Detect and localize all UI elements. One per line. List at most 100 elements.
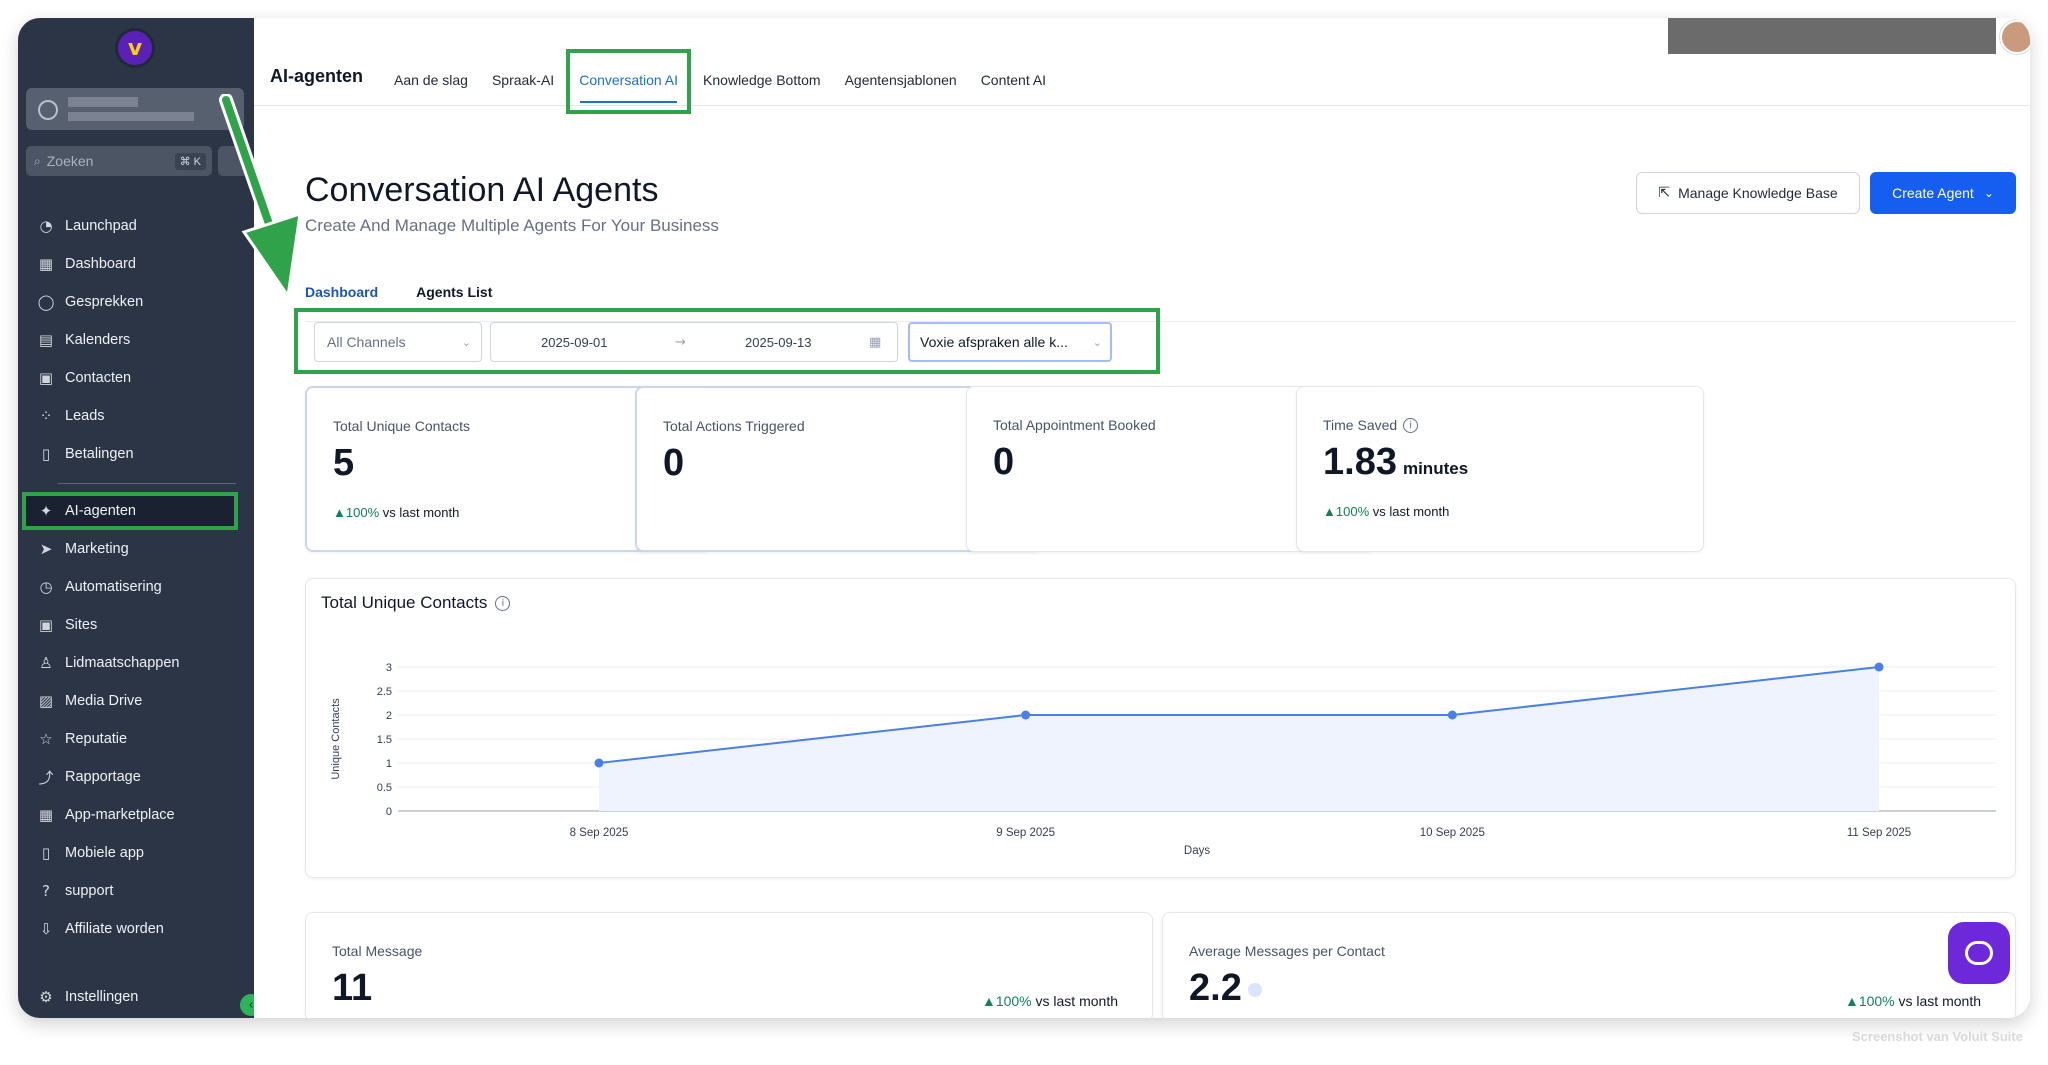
tab-agentensjablonen[interactable]: Agentensjablonen [833,68,969,92]
redacted-header-area [1668,18,1996,54]
sidebar-item-label: Launchpad [65,218,137,234]
leads-icon: ⁘ [39,407,53,425]
sidebar-item-instellingen[interactable]: ⚙ Instellingen [18,978,254,1016]
sidebar-item-automatisering[interactable]: ◷ Automatisering [18,568,254,606]
sidebar-item-reputatie[interactable]: ☆ Reputatie [18,720,254,758]
sidebar-item-label: Marketing [65,541,129,557]
info-icon[interactable]: i [1403,417,1419,433]
manage-knowledge-base-label: Manage Knowledge Base [1678,185,1838,201]
tab-content-ai[interactable]: Content AI [969,68,1058,92]
sidebar-item-media-drive[interactable]: ▨ Media Drive [18,682,254,720]
sidebar-item-label: App-marketplace [65,807,175,823]
data-point [1447,710,1457,720]
sidebar-footer: ⚙ Instellingen [18,978,254,1016]
sidebar-item-leads[interactable]: ⁘ Leads [18,397,254,435]
stat-value: 0 [993,441,1014,484]
agent-select[interactable]: Voxie afspraken alle k... ⌄ [908,322,1112,362]
x-tick-label: 9 Sep 2025 [996,827,1055,839]
search-icon: ⌕ [34,153,41,168]
affiliate-icon: ⇩ [39,920,53,938]
page-subtitle: Create And Manage Multiple Agents For Yo… [305,216,719,235]
chevron-down-icon: ⌄ [461,335,471,349]
y-tick-label: 0 [386,806,392,818]
channel-select[interactable]: All Channels ⌄ [314,322,482,362]
filter-bar: All Channels ⌄ 2025-09-01 → 2025-09-13 ▦… [294,308,1160,374]
summary-delta-text: vs last month [1035,993,1118,1009]
star-icon: ☆ [39,730,53,748]
sparkle-icon: ✦ [39,502,53,520]
summary-delta-value: 100% [995,993,1032,1009]
grid-icon: ▦ [38,255,54,273]
top-nav-bar: AI-agenten Aan de slag Spraak-AI Conversat… [254,18,2030,114]
stat-value: 1.83 minutes [1323,441,1468,484]
page-title: Conversation AI Agents [305,171,659,209]
sidebar-item-label: Gesprekken [65,294,144,310]
x-tick-label: 8 Sep 2025 [570,827,629,839]
account-switcher[interactable]: ⌃ [26,88,244,130]
section-title: AI-agenten [270,66,364,86]
stat-label-row: Time Saved i [1323,417,1419,433]
sidebar-item-label: Mobiele app [65,845,144,861]
y-axis-label: Unique Contacts [330,698,342,780]
sidebar-item-contacten[interactable]: ▣ Contacten [18,359,254,397]
summary-delta-text: vs last month [1898,993,1981,1009]
tab-spraak-ai[interactable]: Spraak-AI [480,68,566,92]
stat-delta-text: vs last month [382,505,460,520]
sidebar-item-label: Sites [65,617,98,633]
date-range-picker[interactable]: 2025-09-01 → 2025-09-13 ▦ [490,322,898,362]
calendar-icon: ▦ [869,335,882,350]
sidebar-item-marketing[interactable]: ➤ Marketing [18,530,254,568]
trend-up-icon: ▲ [1323,504,1336,519]
summary-card-average-messages-per-contact: Average Messages per Contact 2.2 ▲100% vs … [1162,912,2016,1018]
sidebar-nav-tools: ✦ AI-agenten ➤ Marketing ◷ Automatisering ▣ Sit… [18,492,254,948]
tab-conversation-ai[interactable]: Conversation AI [566,49,692,114]
brand-logo[interactable]: v [115,28,155,68]
sidebar-item-label: Instellingen [65,989,139,1005]
stat-value: 5 [333,442,354,485]
search-shortcut: ⌘ K [174,152,206,170]
summary-value: 2.2 [1189,967,1262,1010]
stat-value-number: 5 [333,442,355,484]
create-agent-button[interactable]: Create Agent ⌄ [1870,172,2016,214]
sidebar-item-label: Lidmaatschappen [65,655,180,671]
sidebar-item-support[interactable]: ? support [18,872,254,910]
automation-icon: ◷ [39,578,53,596]
sidebar-item-kalenders[interactable]: ▤ Kalenders [18,321,254,359]
stat-value-number: 0 [663,442,685,484]
sidebar-item-betalingen[interactable]: ▯ Betalingen [18,435,254,473]
app-window: v ⌃ ⌕ Zoeken ⌘ K ◔ Launchpad ▦ Dashboard ◯ Ge… [18,18,2030,1018]
tab-aan-de-slag[interactable]: Aan de slag [382,68,480,92]
sidebar-item-label: Contacten [65,370,132,386]
sidebar-search[interactable]: ⌕ Zoeken ⌘ K [26,146,212,176]
manage-knowledge-base-button[interactable]: ⇱ Manage Knowledge Base [1636,172,1860,214]
sidebar-item-label: AI-agenten [65,503,136,519]
tab-knowledge-bottom[interactable]: Knowledge Bottom [691,68,833,92]
agent-select-value: Voxie afspraken alle k... [920,334,1068,350]
sidebar-item-affiliate-worden[interactable]: ⇩ Affiliate worden [18,910,254,948]
calendar-icon: ▤ [38,331,54,349]
summary-value-number: 2.2 [1189,967,1242,1009]
x-axis-label: Days [1184,845,1210,857]
sidebar-item-mobiele-app[interactable]: ▯ Mobiele app [18,834,254,872]
summary-delta-value: 100% [1858,993,1895,1009]
main-content: AI-agenten Aan de slag Spraak-AI Conversat… [254,18,2030,1018]
stat-value-number: 1.83 [1323,441,1397,483]
stat-label: Total Appointment Booked [993,417,1156,433]
x-tick-label: 10 Sep 2025 [1420,827,1485,839]
sidebar-item-sites[interactable]: ▣ Sites [18,606,254,644]
mobile-icon: ▯ [41,844,51,862]
send-icon: ➤ [39,540,53,558]
sidebar-item-app-marketplace[interactable]: ▦ App-marketplace [18,796,254,834]
sidebar-item-ai-agenten[interactable]: ✦ AI-agenten [22,492,238,530]
y-tick-label: 2.5 [377,686,392,698]
user-avatar[interactable] [2000,20,2030,54]
y-tick-label: 3 [386,662,392,674]
stat-value: 0 [663,442,684,485]
chevron-down-icon: ⌄ [1092,335,1102,349]
sidebar-item-label: Reputatie [65,731,128,747]
sidebar-item-rapportage[interactable]: ⤴ Rapportage [18,758,254,796]
chat-icon: ◯ [37,293,55,311]
sidebar-item-lidmaatschappen[interactable]: ♙ Lidmaatschappen [18,644,254,682]
stat-delta-text: vs last month [1372,504,1450,519]
support-chat-button[interactable] [1948,922,2010,984]
